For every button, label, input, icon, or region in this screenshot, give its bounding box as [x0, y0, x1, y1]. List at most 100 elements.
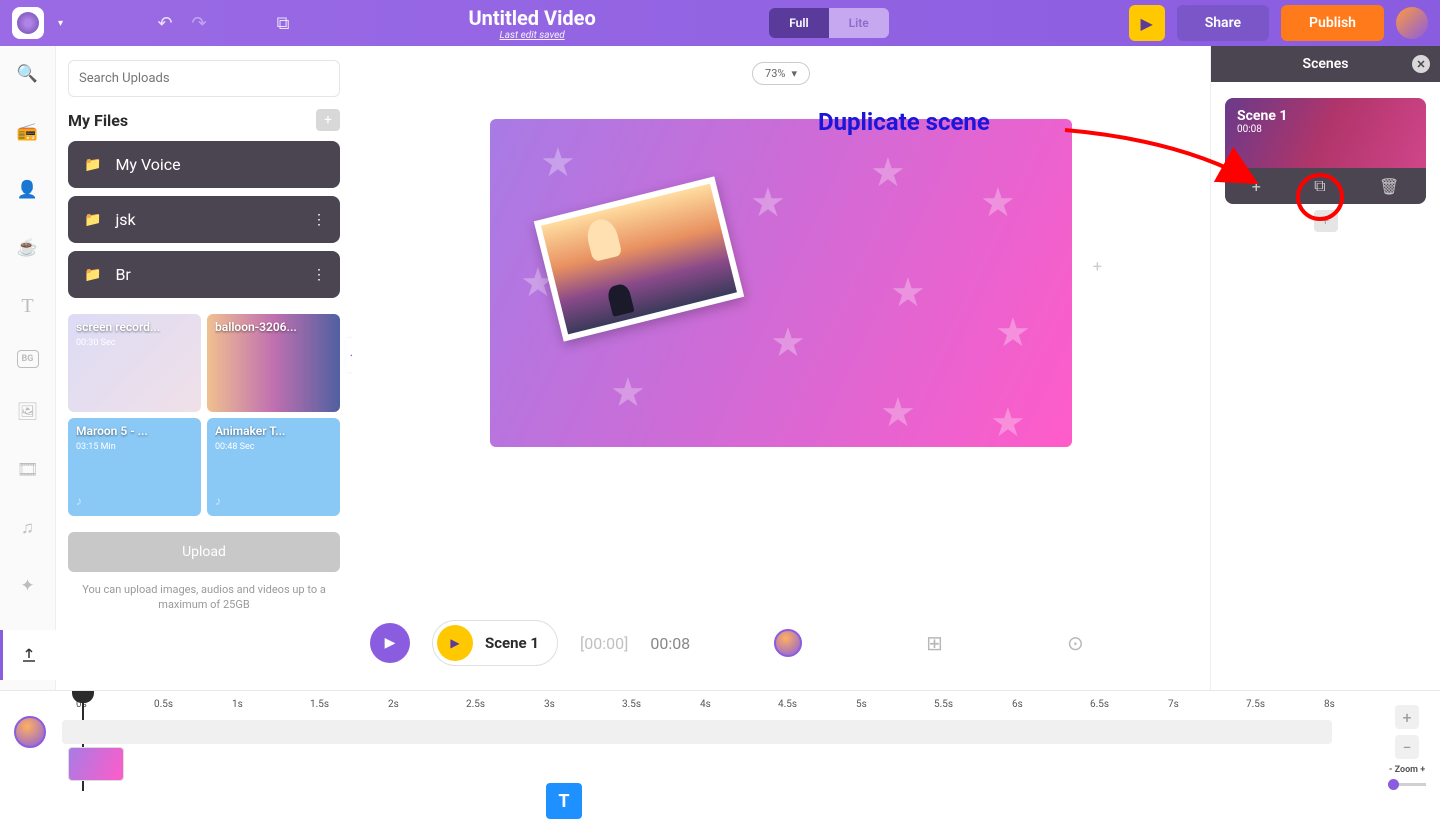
ruler-tick: 0.5s	[154, 699, 232, 711]
ruler-tick: 2s	[388, 699, 466, 711]
close-scenes-button[interactable]: ✕	[1412, 55, 1430, 73]
add-stage-button[interactable]: +	[1093, 257, 1102, 276]
vertical-nav: 🔍 📻 👤 ☕ T BG 🖼 🎞 ♫ ✦	[0, 46, 56, 690]
redo-icon[interactable]: ↷	[187, 11, 211, 35]
music-icon[interactable]: ♫	[14, 514, 42, 542]
folder-menu-icon[interactable]: ⋮	[312, 267, 326, 283]
folder-jsk[interactable]: 📁jsk⋮	[68, 196, 340, 243]
image-icon[interactable]: 🖼	[14, 398, 42, 426]
audio-icon: ♪	[215, 494, 221, 508]
playbar: ▶ ▶ Scene 1 [00:00] 00:08 ⊞ ⊙	[352, 620, 1210, 666]
folder-menu-icon[interactable]: ⋮	[312, 212, 326, 228]
folder-my-voice[interactable]: 📁My Voice	[68, 141, 340, 188]
media-tile[interactable]: screen record...00:30 Sec	[68, 314, 201, 412]
panel-heading: My Files	[68, 111, 128, 130]
video-icon[interactable]: 🎞	[14, 456, 42, 484]
media-tile[interactable]: Animaker T...00:48 Sec♪	[207, 418, 340, 516]
scene-duration: 00:08	[650, 634, 690, 653]
canvas-area: 73%▾ ★★★ ★★★ ★★★ ★★ + ▶ ▶ Scene 1 [00:00…	[352, 46, 1210, 690]
ruler-tick: 3.5s	[622, 699, 700, 711]
ruler-tick: 4.5s	[778, 699, 856, 711]
canvas-stage[interactable]: ★★★ ★★★ ★★★ ★★	[490, 119, 1072, 447]
ruler-tick: 2.5s	[466, 699, 544, 711]
track-bar[interactable]	[62, 720, 1332, 744]
publish-button[interactable]: Publish	[1281, 5, 1384, 41]
ruler-tick: 5.5s	[934, 699, 1012, 711]
timeline-clip[interactable]	[68, 747, 124, 781]
ruler-tick: 7s	[1168, 699, 1246, 711]
zoom-out-button[interactable]: −	[1395, 735, 1419, 759]
project-title-block: Untitled Video Last edit saved	[305, 6, 759, 41]
play-scene-button[interactable]: ▶	[437, 625, 473, 661]
camera-icon[interactable]: ⊞	[926, 631, 943, 655]
scenes-header: Scenes ✕	[1211, 46, 1440, 82]
delete-scene-icon[interactable]: 🗑	[1379, 177, 1399, 196]
upload-hint: You can upload images, audios and videos…	[68, 582, 340, 613]
media-icon[interactable]: 📻	[14, 118, 42, 146]
timeline-ruler: 0s0.5s1s1.5s2s2.5s3s3.5s4s4.5s5s5.5s6s6.…	[0, 691, 1440, 711]
top-bar: ▾ ↶ ↷ ⧉ Untitled Video Last edit saved F…	[0, 0, 1440, 46]
user-avatar[interactable]	[1396, 7, 1428, 39]
ruler-tick: 5s	[856, 699, 934, 711]
ruler-tick: 1.5s	[310, 699, 388, 711]
add-scene-icon[interactable]: +	[1252, 177, 1261, 196]
media-tile[interactable]: Maroon 5 - ...03:15 Min♪	[68, 418, 201, 516]
audio-icon: ♪	[76, 494, 82, 508]
ruler-tick: 6.5s	[1090, 699, 1168, 711]
upload-nav-icon[interactable]	[0, 630, 56, 680]
scene-actions: + ⧉ 🗑	[1225, 168, 1426, 204]
zoom-slider[interactable]	[1388, 783, 1426, 786]
folder-icon: 📁	[84, 267, 101, 283]
ruler-tick: 7.5s	[1246, 699, 1324, 711]
timeline-zoom-controls: + − - Zoom +	[1388, 705, 1426, 786]
mode-full-button[interactable]: Full	[769, 8, 828, 38]
text-track-badge[interactable]: T	[546, 783, 582, 819]
add-folder-button[interactable]: +	[316, 109, 340, 131]
ruler-tick: 1s	[232, 699, 310, 711]
character-icon[interactable]: 👤	[14, 176, 42, 204]
text-icon[interactable]: T	[14, 292, 42, 320]
canvas-photo-element[interactable]	[534, 176, 744, 341]
chevron-down-icon: ▾	[791, 67, 797, 80]
effects-icon[interactable]: ✦	[14, 572, 42, 600]
props-icon[interactable]: ☕	[14, 234, 42, 262]
track-character-icon[interactable]	[14, 716, 46, 748]
focus-icon[interactable]: ⊙	[1067, 631, 1084, 655]
character-track	[14, 717, 1440, 747]
annotation-label: Duplicate scene	[818, 108, 990, 136]
scenes-panel: Scenes ✕ Scene 1 00:08 + ⧉ 🗑 +	[1210, 46, 1440, 690]
timeline: 0s0.5s1s1.5s2s2.5s3s3.5s4s4.5s5s5.5s6s6.…	[0, 690, 1440, 821]
undo-icon[interactable]: ↶	[153, 11, 177, 35]
preview-button[interactable]: ▶	[1129, 5, 1165, 41]
save-status: Last edit saved	[305, 30, 759, 41]
ruler-tick: 6s	[1012, 699, 1090, 711]
copy-icon[interactable]: ⧉	[271, 11, 295, 35]
background-icon[interactable]: BG	[17, 350, 39, 368]
play-all-button[interactable]: ▶	[370, 623, 410, 663]
project-title[interactable]: Untitled Video	[305, 6, 759, 30]
zoom-dropdown[interactable]: 73%▾	[752, 62, 810, 85]
app-logo[interactable]	[12, 7, 44, 39]
library-panel: My Files + 📁My Voice 📁jsk⋮ 📁Br⋮ screen r…	[56, 46, 352, 690]
scene-selector[interactable]: ▶ Scene 1	[432, 620, 558, 666]
ruler-tick: 4s	[700, 699, 778, 711]
folder-icon: 📁	[84, 212, 101, 228]
duplicate-scene-icon[interactable]: ⧉	[1314, 176, 1325, 196]
character-track-icon[interactable]	[774, 629, 802, 657]
scene-card[interactable]: Scene 1 00:08 + ⧉ 🗑	[1225, 98, 1426, 204]
search-input[interactable]	[68, 60, 340, 97]
zoom-in-button[interactable]: +	[1395, 705, 1419, 729]
mode-switch: Full Lite	[769, 8, 889, 38]
upload-button[interactable]: Upload	[68, 532, 340, 572]
folder-br[interactable]: 📁Br⋮	[68, 251, 340, 298]
share-button[interactable]: Share	[1177, 5, 1269, 41]
new-scene-button[interactable]: +	[1314, 210, 1338, 232]
scene-thumbnail[interactable]: Scene 1 00:08	[1225, 98, 1426, 168]
mode-lite-button[interactable]: Lite	[829, 8, 889, 38]
ruler-tick: 3s	[544, 699, 622, 711]
search-icon[interactable]: 🔍	[14, 60, 42, 88]
media-tile[interactable]: balloon-3206...	[207, 314, 340, 412]
logo-dropdown-icon[interactable]: ▾	[58, 18, 63, 29]
folder-icon: 📁	[84, 157, 101, 173]
current-time: [00:00]	[580, 634, 628, 653]
